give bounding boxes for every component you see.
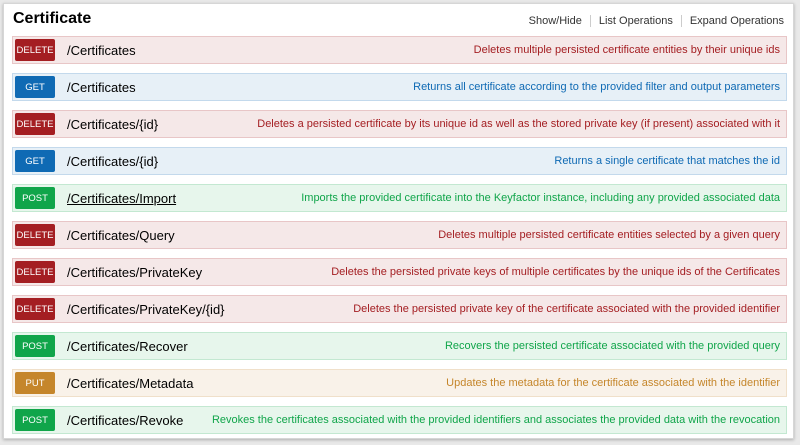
http-method-badge[interactable]: DELETE xyxy=(15,224,55,246)
endpoint-description: Deletes multiple persisted certificate e… xyxy=(473,44,780,56)
expand-operations-link[interactable]: Expand Operations xyxy=(680,15,784,27)
endpoint-description: Returns all certificate according to the… xyxy=(413,81,780,93)
operation-row[interactable]: DELETE /Certificates Deletes multiple pe… xyxy=(12,36,787,64)
http-method-badge[interactable]: POST xyxy=(15,187,55,209)
endpoint-description: Updates the metadata for the certificate… xyxy=(446,377,780,389)
endpoint-path[interactable]: /Certificates xyxy=(67,43,136,58)
header-links: Show/Hide List Operations Expand Operati… xyxy=(521,15,784,27)
endpoint-path[interactable]: /Certificates/PrivateKey xyxy=(67,265,202,280)
operation-row[interactable]: DELETE /Certificates/PrivateKey Deletes … xyxy=(12,258,787,286)
endpoint-description: Deletes multiple persisted certificate e… xyxy=(438,229,780,241)
operation-row[interactable]: DELETE /Certificates/Query Deletes multi… xyxy=(12,221,787,249)
http-method-badge[interactable]: GET xyxy=(15,76,55,98)
endpoint-description: Deletes a persisted certificate by its u… xyxy=(257,118,780,130)
operation-row[interactable]: POST /Certificates/Revoke Revokes the ce… xyxy=(12,406,787,434)
operation-row[interactable]: PUT /Certificates/Metadata Updates the m… xyxy=(12,369,787,397)
certificate-api-panel: Certificate Show/Hide List Operations Ex… xyxy=(3,3,794,439)
endpoint-path[interactable]: /Certificates/Import xyxy=(67,191,176,206)
operation-row[interactable]: GET /Certificates Returns all certificat… xyxy=(12,73,787,101)
http-method-badge[interactable]: DELETE xyxy=(15,298,55,320)
endpoint-description: Recovers the persisted certificate assoc… xyxy=(444,340,780,352)
endpoint-path[interactable]: /Certificates/Metadata xyxy=(67,376,193,391)
http-method-badge[interactable]: DELETE xyxy=(15,39,55,61)
operation-row[interactable]: DELETE /Certificates/PrivateKey/{id} Del… xyxy=(12,295,787,323)
endpoint-description: Deletes the persisted private keys of mu… xyxy=(331,266,780,278)
http-method-badge[interactable]: POST xyxy=(15,409,55,431)
endpoint-description: Imports the provided certificate into th… xyxy=(301,192,780,204)
list-operations-link[interactable]: List Operations xyxy=(589,15,681,27)
operation-row[interactable]: GET /Certificates/{id} Returns a single … xyxy=(12,147,787,175)
endpoint-path[interactable]: /Certificates/Revoke xyxy=(67,413,183,428)
operation-row[interactable]: POST /Certificates/Import Imports the pr… xyxy=(12,184,787,212)
http-method-badge[interactable]: GET xyxy=(15,150,55,172)
operation-row[interactable]: DELETE /Certificates/{id} Deletes a pers… xyxy=(12,110,787,138)
show-hide-link[interactable]: Show/Hide xyxy=(521,15,590,27)
section-header: Certificate Show/Hide List Operations Ex… xyxy=(4,4,793,38)
operations-list: DELETE /Certificates Deletes multiple pe… xyxy=(12,36,787,443)
http-method-badge[interactable]: POST xyxy=(15,335,55,357)
section-title[interactable]: Certificate xyxy=(13,10,91,28)
http-method-badge[interactable]: DELETE xyxy=(15,261,55,283)
endpoint-path[interactable]: /Certificates xyxy=(67,80,136,95)
endpoint-description: Revokes the certificates associated with… xyxy=(211,414,780,426)
http-method-badge[interactable]: PUT xyxy=(15,372,55,394)
endpoint-description: Returns a single certificate that matche… xyxy=(554,155,780,167)
endpoint-path[interactable]: /Certificates/{id} xyxy=(67,117,158,132)
endpoint-path[interactable]: /Certificates/Query xyxy=(67,228,175,243)
endpoint-path[interactable]: /Certificates/Recover xyxy=(67,339,188,354)
endpoint-description: Deletes the persisted private key of the… xyxy=(353,303,780,315)
operation-row[interactable]: POST /Certificates/Recover Recovers the … xyxy=(12,332,787,360)
endpoint-path[interactable]: /Certificates/{id} xyxy=(67,154,158,169)
http-method-badge[interactable]: DELETE xyxy=(15,113,55,135)
endpoint-path[interactable]: /Certificates/PrivateKey/{id} xyxy=(67,302,225,317)
